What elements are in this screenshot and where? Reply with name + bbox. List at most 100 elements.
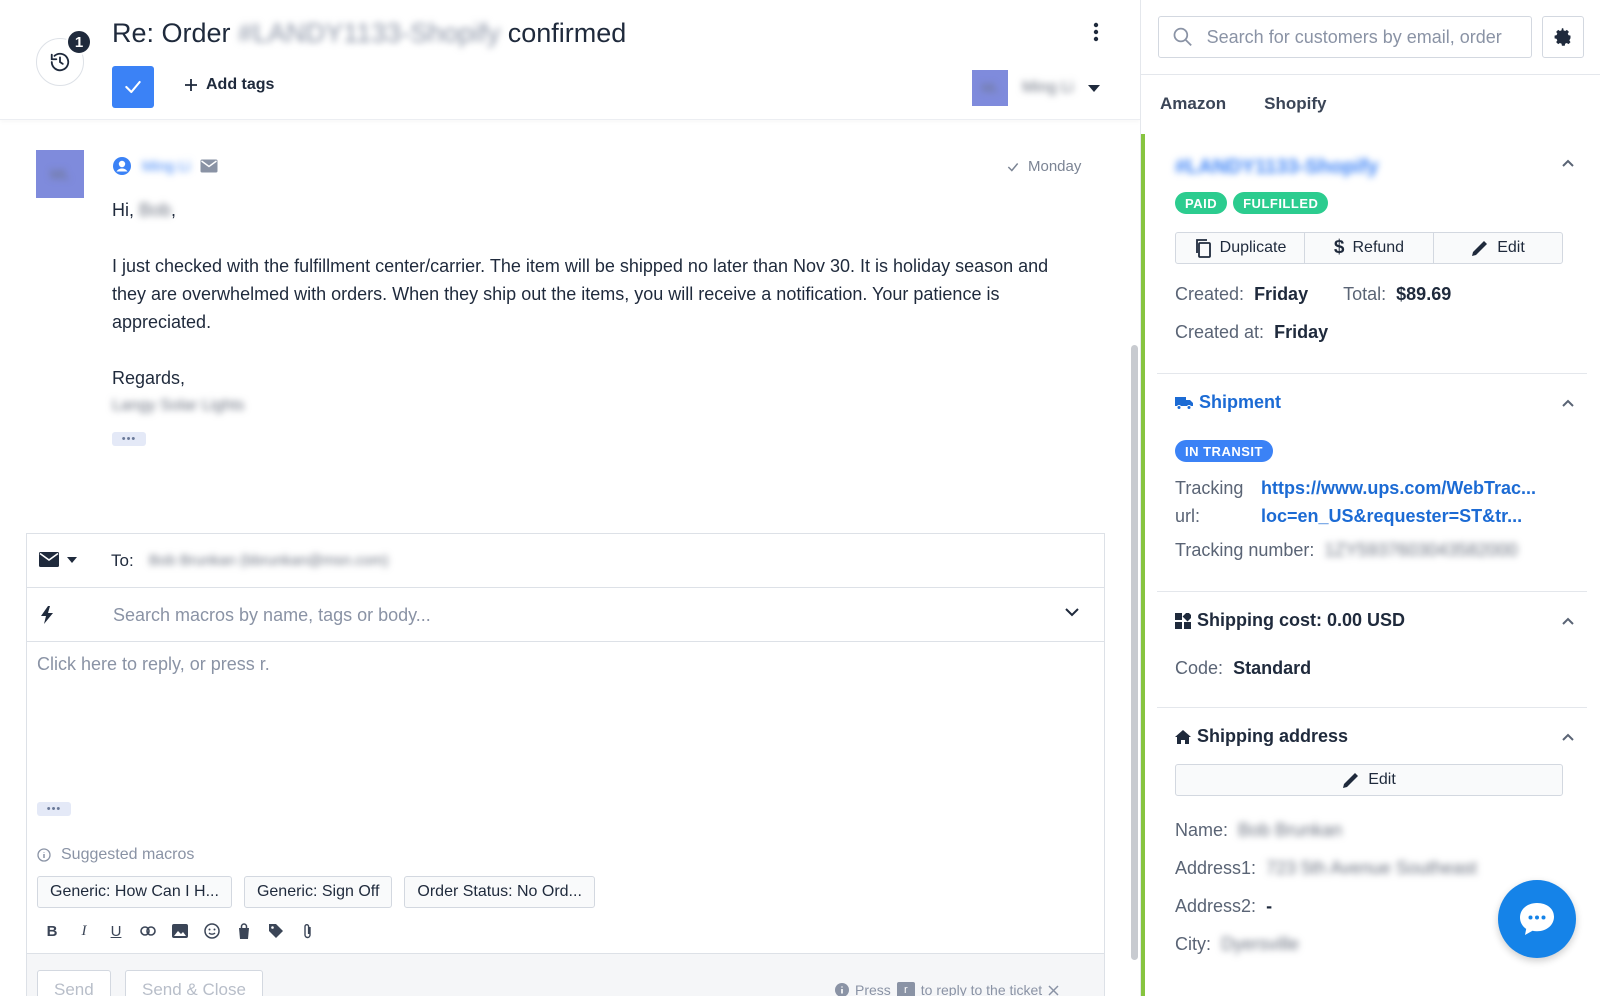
sender-name-redacted[interactable]: Ming Li — [142, 158, 190, 175]
fulfilled-badge: FULFILLED — [1233, 192, 1329, 214]
dollar-icon: $ — [1333, 237, 1345, 258]
pencil-icon — [1472, 241, 1488, 256]
chevron-up-icon[interactable] — [1561, 730, 1575, 744]
macro-search-input[interactable] — [113, 601, 1043, 629]
send-bar: Send Send & Close Press r to reply to th… — [27, 953, 1104, 996]
reply-editor[interactable]: Click here to reply, or press r. — [37, 654, 270, 675]
lightning-icon — [41, 606, 53, 624]
address-name: Name: Bob Brunkan — [1175, 820, 1343, 840]
gear-icon — [1554, 28, 1571, 46]
shipping-cost-section: Shipping cost: 0.00 USD Code: Standard — [1157, 592, 1587, 708]
address-city: City: Dyersville — [1175, 934, 1300, 954]
image-icon — [172, 924, 188, 938]
assignee-dropdown[interactable]: ML Ming Li — [972, 70, 1100, 106]
info-icon — [37, 848, 51, 862]
bold-button[interactable]: B — [43, 922, 61, 940]
send-and-close-button[interactable]: Send & Close — [125, 970, 263, 996]
reply-composer: To: Bob Brunkan (bbrunkan@msn.com) Click… — [26, 533, 1105, 996]
divider — [1141, 74, 1600, 75]
discount-button[interactable] — [267, 922, 285, 940]
chat-launcher-button[interactable] — [1498, 880, 1576, 958]
close-icon[interactable] — [1048, 984, 1059, 996]
macro-chip[interactable]: Generic: How Can I H... — [37, 876, 232, 908]
shopify-button[interactable] — [235, 922, 253, 940]
user-circle-icon — [113, 157, 131, 175]
image-button[interactable] — [171, 922, 189, 940]
address-line1: Address1: 723 5th Avenue Southeast — [1175, 858, 1477, 878]
channel-selector[interactable] — [39, 552, 77, 567]
title-prefix: Re: Order — [112, 18, 231, 48]
paid-badge: PAID — [1175, 192, 1228, 214]
close-ticket-button[interactable] — [112, 66, 154, 108]
tab-shopify[interactable]: Shopify — [1264, 94, 1326, 114]
address-line2: Address2: - — [1175, 896, 1273, 916]
history-icon — [50, 52, 70, 72]
caret-down-icon — [67, 556, 77, 563]
duplicate-button[interactable]: Duplicate — [1176, 233, 1305, 263]
shipping-code: Code: Standard — [1175, 658, 1312, 678]
emoji-button[interactable] — [203, 922, 221, 940]
assignee-name-redacted: Ming Li — [1022, 79, 1074, 96]
show-signature-button[interactable]: ••• — [37, 802, 71, 816]
chevron-down-icon[interactable] — [1065, 608, 1079, 617]
refund-button[interactable]: $ Refund — [1305, 233, 1434, 263]
history-count-badge: 1 — [66, 29, 92, 55]
chevron-up-icon[interactable] — [1561, 396, 1575, 410]
add-tags-button[interactable]: Add tags — [184, 76, 274, 94]
shipping-cost-title[interactable]: Shipping cost: 0.00 USD — [1175, 610, 1405, 631]
edit-address-button[interactable]: Edit — [1175, 764, 1563, 796]
shipment-title[interactable]: Shipment — [1175, 392, 1281, 413]
customer-sidebar: Amazon Shopify #LANDY1133-Shopify PAID F… — [1140, 0, 1600, 996]
chevron-up-icon[interactable] — [1561, 156, 1575, 170]
chat-bubble-icon — [1520, 903, 1554, 935]
to-label: To: — [111, 551, 134, 570]
integration-tabs: Amazon Shopify — [1160, 94, 1326, 114]
message-paragraph: I just checked with the fulfillment cent… — [112, 256, 1049, 332]
link-icon — [140, 926, 156, 936]
plus-icon — [185, 79, 197, 91]
shipping-address-title[interactable]: Shipping address — [1175, 726, 1348, 747]
ticket-title[interactable]: Re: Order #LANDY1133-Shopify confirmed — [112, 18, 626, 49]
more-options-button[interactable] — [1084, 20, 1108, 44]
macro-chip[interactable]: Order Status: No Ord... — [404, 876, 595, 908]
underline-button[interactable]: U — [107, 922, 125, 940]
order-section: #LANDY1133-Shopify PAID FULFILLED Duplic… — [1157, 134, 1587, 374]
tag-icon — [269, 924, 283, 938]
sender-avatar: ML — [36, 150, 84, 198]
shopping-bag-icon — [239, 923, 249, 939]
edit-order-button[interactable]: Edit — [1434, 233, 1562, 263]
chevron-up-icon[interactable] — [1561, 614, 1575, 628]
title-order-redacted: #LANDY1133-Shopify — [238, 18, 501, 48]
order-number-link[interactable]: #LANDY1133-Shopify — [1175, 156, 1378, 179]
greeting-name-redacted: Bob — [139, 200, 172, 220]
email-channel-icon — [200, 159, 218, 173]
order-actions: Duplicate $ Refund Edit — [1175, 232, 1563, 264]
smiley-icon — [204, 923, 220, 939]
message-date: Monday — [1006, 158, 1081, 175]
attach-button[interactable] — [299, 922, 317, 940]
keycap: r — [896, 982, 915, 996]
signoff: Regards, — [112, 368, 186, 388]
message-body: Hi, Bob, I just checked with the fulfill… — [112, 196, 1072, 450]
tracking-url-link[interactable]: https://www.ups.com/WebTrac... loc=en_US… — [1261, 474, 1536, 530]
ticket-scrollbar[interactable] — [1131, 345, 1138, 960]
macro-chip[interactable]: Generic: Sign Off — [243, 876, 393, 908]
send-button[interactable]: Send — [37, 970, 111, 996]
shipment-status: IN TRANSIT — [1175, 440, 1273, 462]
kebab-icon — [1093, 22, 1099, 42]
customer-search[interactable] — [1158, 16, 1532, 58]
pencil-icon — [1343, 773, 1359, 788]
link-button[interactable] — [139, 922, 157, 940]
settings-button[interactable] — [1542, 16, 1584, 58]
in-transit-badge: IN TRANSIT — [1175, 440, 1273, 462]
paperclip-icon — [304, 924, 311, 939]
show-quoted-button[interactable]: ••• — [112, 432, 146, 446]
customer-search-input[interactable] — [1206, 26, 1531, 48]
italic-button[interactable]: I — [75, 922, 93, 940]
tab-amazon[interactable]: Amazon — [1160, 94, 1226, 114]
signature-redacted: Langy Solar Lights — [112, 397, 245, 414]
message-meta: Ming Li — [112, 156, 218, 176]
to-recipient-redacted[interactable]: Bob Brunkan (bbrunkan@msn.com) — [149, 552, 389, 569]
truck-icon — [1175, 396, 1193, 410]
ticket-header: 1 Re: Order #LANDY1133-Shopify confirmed… — [0, 0, 1140, 120]
